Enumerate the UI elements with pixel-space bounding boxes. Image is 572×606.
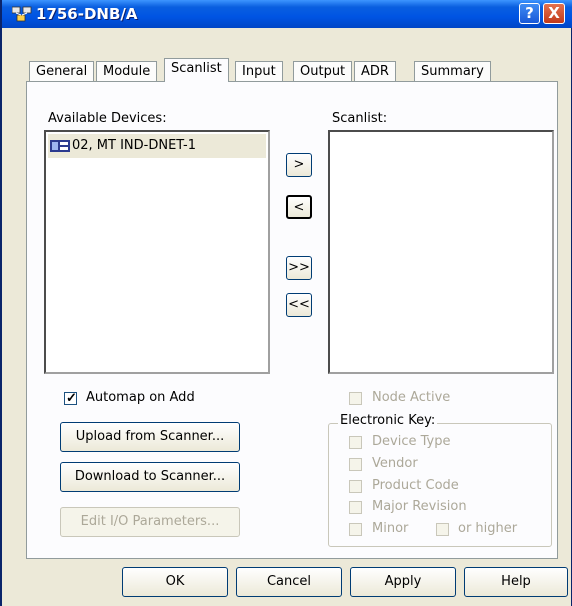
tab-general[interactable]: General xyxy=(29,61,95,81)
node-active-label: Node Active xyxy=(372,390,451,405)
node-active-checkbox[interactable] xyxy=(349,392,362,405)
cancel-button[interactable]: Cancel xyxy=(236,567,342,597)
scanlist-label: Scanlist: xyxy=(332,111,388,126)
tab-adr[interactable]: ADR xyxy=(354,61,396,81)
tab-output[interactable]: Output xyxy=(293,61,353,81)
available-devices-label: Available Devices: xyxy=(48,111,167,126)
help-button[interactable]: Help xyxy=(464,567,568,597)
apply-button[interactable]: Apply xyxy=(350,567,456,597)
list-item[interactable]: 02, MT IND-DNET-1 xyxy=(48,134,266,158)
dialog-window: 1756-DNB/A ? X General Module Scanlist I… xyxy=(0,0,572,606)
window-title: 1756-DNB/A xyxy=(36,5,138,23)
tab-module[interactable]: Module xyxy=(96,61,158,81)
ok-button[interactable]: OK xyxy=(122,567,228,597)
help-title-button[interactable]: ? xyxy=(519,3,540,24)
download-to-scanner-button[interactable]: Download to Scanner... xyxy=(60,462,240,492)
tab-scanlist[interactable]: Scanlist xyxy=(164,58,229,82)
device-icon xyxy=(50,140,70,152)
device-label: 02, MT IND-DNET-1 xyxy=(72,138,197,153)
edit-io-parameters-button[interactable]: Edit I/O Parameters... xyxy=(60,507,240,537)
minor-label: Minor xyxy=(372,521,409,536)
or-higher-label: or higher xyxy=(458,521,518,536)
automap-label: Automap on Add xyxy=(86,390,195,405)
check-icon: ✓ xyxy=(66,390,77,405)
electronic-key-title: Electronic Key: xyxy=(338,413,438,428)
remove-from-scanlist-button[interactable]: < xyxy=(286,195,312,219)
add-all-button[interactable]: >> xyxy=(286,256,312,280)
scanlist-list[interactable] xyxy=(328,130,554,374)
network-app-icon xyxy=(12,6,32,22)
major-revision-label: Major Revision xyxy=(372,499,467,514)
device-type-label: Device Type xyxy=(372,434,451,449)
tab-summary[interactable]: Summary xyxy=(414,61,491,81)
title-bar[interactable]: 1756-DNB/A ? X xyxy=(2,0,572,28)
tab-input[interactable]: Input xyxy=(235,61,283,81)
device-type-checkbox[interactable] xyxy=(349,436,362,449)
or-higher-checkbox[interactable] xyxy=(436,523,449,536)
upload-from-scanner-button[interactable]: Upload from Scanner... xyxy=(60,422,240,452)
minor-checkbox[interactable] xyxy=(349,523,362,536)
product-code-label: Product Code xyxy=(372,478,459,493)
product-code-checkbox[interactable] xyxy=(349,480,362,493)
remove-all-button[interactable]: << xyxy=(286,293,312,317)
automap-checkbox[interactable]: ✓ xyxy=(64,390,77,405)
available-devices-list[interactable]: 02, MT IND-DNET-1 xyxy=(44,130,270,374)
vendor-checkbox[interactable] xyxy=(349,458,362,471)
add-to-scanlist-button[interactable]: > xyxy=(286,153,312,177)
major-revision-checkbox[interactable] xyxy=(349,501,362,514)
vendor-label: Vendor xyxy=(372,456,418,471)
close-button[interactable]: X xyxy=(543,3,565,24)
